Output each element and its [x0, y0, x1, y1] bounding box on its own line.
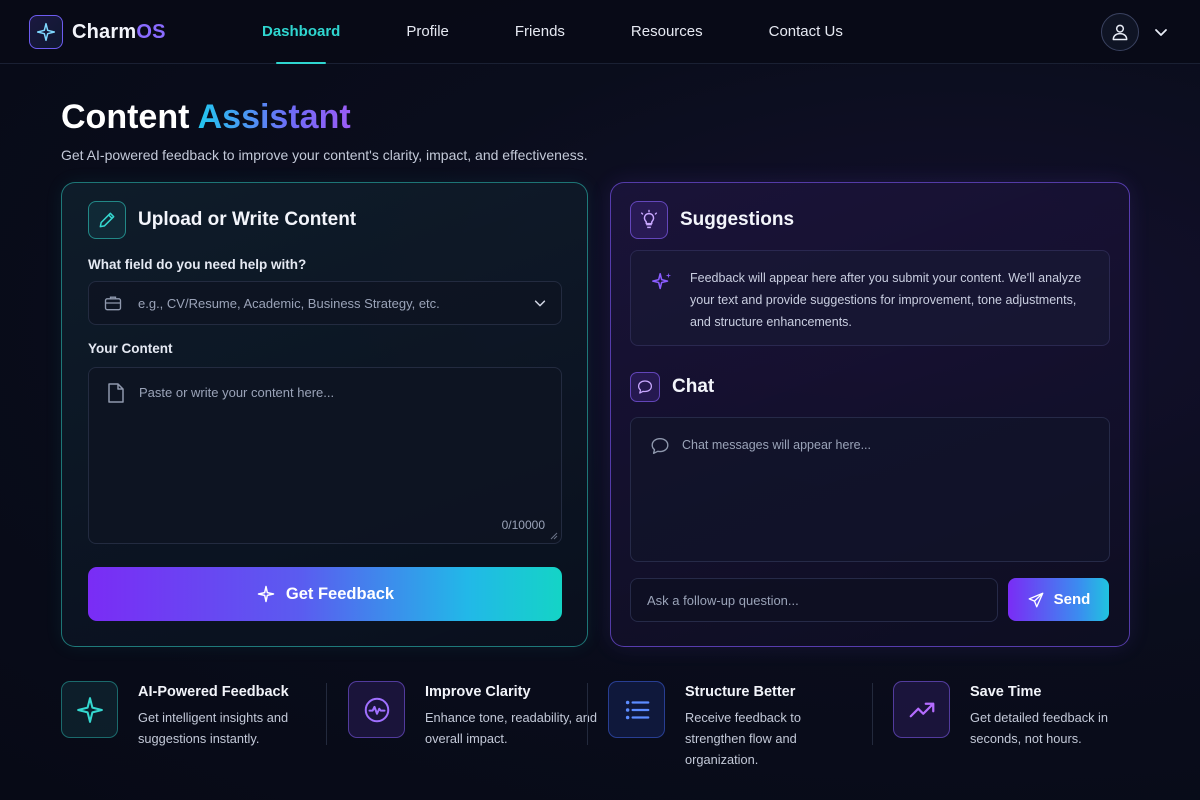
suggestions-placeholder: Feedback will appear here after you subm… — [690, 271, 1082, 329]
list-icon — [608, 681, 665, 738]
content-label: Your Content — [88, 341, 173, 356]
suggestions-header: Suggestions — [630, 201, 794, 239]
sparkle-icon — [652, 272, 672, 290]
chat-messages-placeholder: Chat messages will appear here... — [682, 438, 871, 452]
send-label: Send — [1053, 591, 1091, 608]
brand-name: CharmOS — [72, 20, 166, 43]
divider — [587, 683, 588, 745]
feature-title: Save Time — [970, 684, 1042, 700]
brand[interactable]: CharmOS — [29, 15, 166, 49]
send-icon — [1028, 592, 1044, 607]
field-select-placeholder: e.g., CV/Resume, Academic, Business Stra… — [138, 295, 440, 311]
char-count: 0/10000 — [501, 518, 545, 532]
upload-panel-title: Upload or Write Content — [138, 209, 357, 230]
sparkle-icon — [257, 585, 275, 603]
get-feedback-button[interactable]: Get Feedback — [88, 567, 562, 621]
content-placeholder: Paste or write your content here... — [139, 385, 335, 400]
briefcase-icon — [104, 296, 122, 311]
field-select[interactable]: e.g., CV/Resume, Academic, Business Stra… — [88, 281, 562, 325]
chat-bubble-icon — [630, 372, 660, 402]
nav-item-dashboard[interactable]: Dashboard — [262, 0, 340, 64]
sparkle-logo-icon — [29, 15, 63, 49]
document-icon — [108, 383, 124, 403]
pulse-icon — [348, 681, 405, 738]
chat-title: Chat — [672, 376, 715, 397]
content-textarea[interactable]: Paste or write your content here... 0/10… — [88, 367, 562, 544]
chat-bubble-icon — [651, 437, 669, 455]
upload-panel: Upload or Write Content What field do yo… — [61, 182, 588, 647]
feature-description: Get intelligent insights and suggestions… — [138, 710, 289, 746]
get-feedback-label: Get Feedback — [285, 584, 395, 603]
feature-title: AI-Powered Feedback — [138, 684, 289, 700]
chat-input-placeholder: Ask a follow-up question... — [647, 592, 799, 608]
user-icon — [1112, 24, 1128, 41]
chat-input[interactable]: Ask a follow-up question... — [630, 578, 998, 622]
chat-messages: Chat messages will appear here... — [630, 417, 1110, 562]
suggestions-box: Feedback will appear here after you subm… — [630, 250, 1110, 346]
chat-header: Chat — [630, 372, 714, 402]
page-title: Content Assistant — [61, 98, 351, 136]
nav-item-friends[interactable]: Friends — [515, 0, 565, 64]
assistant-panel: Suggestions Feedback will appear here af… — [610, 182, 1130, 647]
lightbulb-icon — [630, 201, 668, 239]
feature-title: Structure Better — [685, 684, 796, 700]
feature-description: Receive feedback to strengthen flow and … — [685, 710, 801, 767]
page-subtitle: Get AI-powered feedback to improve your … — [61, 147, 588, 163]
trending-up-icon — [893, 681, 950, 738]
divider — [872, 683, 873, 745]
nav-links: Dashboard Profile Friends Resources Cont… — [262, 0, 909, 64]
feature-description: Enhance tone, readability, and overall i… — [425, 710, 597, 746]
resize-handle-icon[interactable] — [549, 531, 558, 540]
pencil-icon — [88, 201, 126, 239]
chevron-down-icon[interactable] — [1153, 24, 1169, 40]
feature-title: Improve Clarity — [425, 684, 531, 700]
field-label: What field do you need help with? — [88, 257, 307, 272]
chevron-down-icon — [534, 300, 546, 307]
upload-panel-header: Upload or Write Content — [88, 201, 356, 239]
feature-description: Get detailed feedback in seconds, not ho… — [970, 710, 1109, 746]
send-button[interactable]: Send — [1008, 578, 1109, 621]
user-avatar[interactable] — [1101, 13, 1139, 51]
nav-item-contact-us[interactable]: Contact Us — [769, 0, 843, 64]
suggestions-title: Suggestions — [680, 209, 795, 230]
top-nav: CharmOS Dashboard Profile Friends Resour… — [0, 0, 1200, 64]
sparkle-icon — [61, 681, 118, 738]
divider — [326, 683, 327, 745]
nav-item-resources[interactable]: Resources — [631, 0, 703, 64]
nav-item-profile[interactable]: Profile — [406, 0, 449, 64]
